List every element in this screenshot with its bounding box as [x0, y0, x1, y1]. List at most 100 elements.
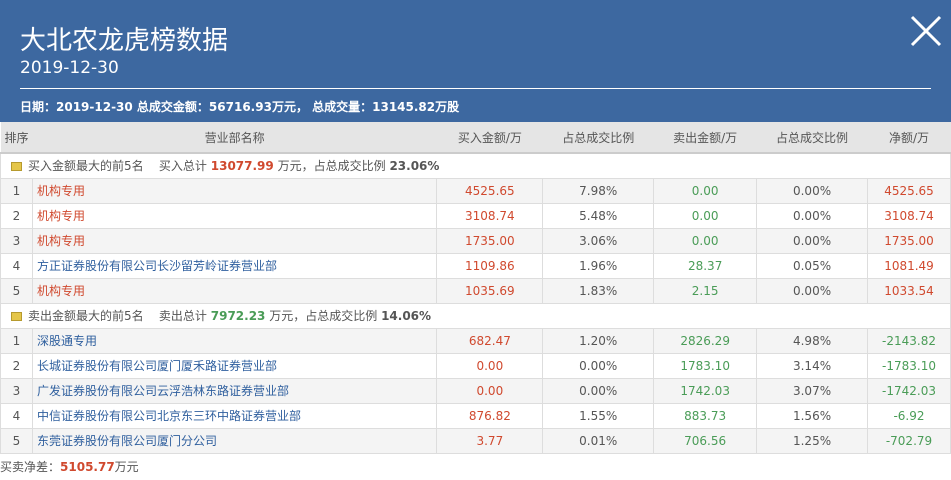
rank: 3 [0, 227, 33, 254]
sell-ratio: 4.98% [756, 327, 868, 354]
buy-amount: 1109.86 [436, 252, 544, 279]
table-row: 5 机构专用 1035.69 1.83% 2.15 0.00% 1033.54 [0, 277, 951, 304]
buy-amount: 1035.69 [436, 277, 544, 304]
column-header: 卖出金额/万 [653, 122, 757, 154]
broker-name-link[interactable]: 机构专用 [31, 202, 438, 229]
buy-ratio: 1.20% [542, 327, 655, 354]
broker-name-link[interactable]: 深股通专用 [31, 327, 438, 354]
total-prefix: 买入总计 [158, 159, 207, 174]
sell-amount: 0.00 [653, 177, 758, 204]
sell-amount: 0.00 [653, 227, 758, 254]
header: 大北农龙虎榜数据 2019-12-30 日期：2019-12-30 总成交金额：… [0, 0, 951, 122]
rank: 1 [0, 177, 33, 204]
sell-amount: 706.56 [653, 427, 758, 454]
broker-name-link[interactable]: 广发证券股份有限公司云浮浩林东路证券营业部 [31, 377, 438, 404]
broker-name-link[interactable]: 中信证券股份有限公司北京东三环中路证券营业部 [31, 402, 438, 429]
sell-amount: 1742.03 [653, 377, 758, 404]
sell-ratio: 0.00% [756, 202, 868, 229]
broker-name-link[interactable]: 机构专用 [31, 277, 438, 304]
rank: 2 [0, 202, 33, 229]
table-row: 3 广发证券股份有限公司云浮浩林东路证券营业部 0.00 0.00% 1742.… [0, 377, 951, 404]
column-header: 占总成交比例 [756, 122, 868, 154]
net-amount: -6.92 [867, 402, 951, 429]
total-mid: 万元，占总成交比例 [269, 309, 378, 323]
section-header: 买入金额最大的前5名 买入总计 13077.99 万元，占总成交比例 23.06… [0, 152, 951, 179]
section-label: 买入金额最大的前5名 [28, 159, 144, 174]
net-amount: 4525.65 [867, 177, 951, 204]
date: 2019-12-30 [20, 58, 119, 78]
section-ratio: 23.06% [389, 159, 440, 174]
sell-amount: 28.37 [653, 252, 758, 279]
table-row: 2 机构专用 3108.74 5.48% 0.00 0.00% 3108.74 [0, 202, 951, 229]
total-mid: 万元，占总成交比例 [277, 159, 386, 174]
buy-amount: 1735.00 [436, 227, 544, 254]
column-header: 占总成交比例 [542, 122, 654, 154]
sell-amount: 1783.10 [653, 352, 758, 379]
sell-ratio: 0.00% [756, 277, 868, 304]
close-icon[interactable] [909, 14, 943, 48]
buy-ratio: 1.96% [542, 252, 655, 279]
buy-amount: 0.00 [436, 352, 544, 379]
net-label: 买卖净差： [0, 460, 61, 474]
folder-icon [11, 312, 22, 321]
column-header: 买入金额/万 [436, 122, 543, 154]
rank: 1 [0, 327, 33, 354]
buy-amount: 0.00 [436, 377, 544, 404]
buy-amount: 3108.74 [436, 202, 544, 229]
buy-amount: 682.47 [436, 327, 544, 354]
table-row: 1 深股通专用 682.47 1.20% 2826.29 4.98% -2143… [0, 327, 951, 354]
net-difference: 买卖净差：5105.77万元 [0, 454, 139, 480]
broker-name-link[interactable]: 东莞证券股份有限公司厦门分公司 [31, 427, 438, 454]
sell-amount: 0.00 [653, 202, 758, 229]
table-row: 4 方正证券股份有限公司长沙留芳岭证券营业部 1109.86 1.96% 28.… [0, 252, 951, 279]
section-total: 13077.99 [210, 159, 274, 174]
sell-ratio: 3.14% [756, 352, 868, 379]
buy-amount: 4525.65 [436, 177, 544, 204]
buy-ratio: 5.48% [542, 202, 655, 229]
sell-ratio: 0.05% [756, 252, 868, 279]
total-prefix: 卖出总计 [158, 309, 207, 323]
rank: 3 [0, 377, 33, 404]
net-value: 5105.77 [60, 460, 115, 474]
sell-ratio: 0.00% [756, 177, 868, 204]
buy-ratio: 0.01% [542, 427, 655, 454]
net-amount: 1081.49 [867, 252, 951, 279]
page-title: 大北农龙虎榜数据 [20, 26, 229, 56]
rank: 4 [0, 402, 33, 429]
net-amount: -2143.82 [867, 327, 951, 354]
buy-ratio: 0.00% [542, 352, 655, 379]
lhb-table: 排序 营业部名称 买入金额/万 占总成交比例 卖出金额/万 占总成交比例 净额/万 买入金额… [0, 122, 951, 454]
rank: 2 [0, 352, 33, 379]
buy-ratio: 7.98% [542, 177, 655, 204]
table-row: 1 机构专用 4525.65 7.98% 0.00 0.00% 4525.65 [0, 177, 951, 204]
table-row: 2 长城证券股份有限公司厦门厦禾路证券营业部 0.00 0.00% 1783.1… [0, 352, 951, 379]
rank: 4 [0, 252, 33, 279]
table-row: 5 东莞证券股份有限公司厦门分公司 3.77 0.01% 706.56 1.25… [0, 427, 951, 454]
table-row: 3 机构专用 1735.00 3.06% 0.00 0.00% 1735.00 [0, 227, 951, 254]
section-ratio: 14.06% [381, 309, 432, 323]
net-amount: -1742.03 [867, 377, 951, 404]
sell-ratio: 3.07% [756, 377, 868, 404]
buy-amount: 3.77 [436, 427, 544, 454]
column-header: 营业部名称 [32, 122, 437, 154]
broker-name-link[interactable]: 机构专用 [31, 177, 438, 204]
broker-name-link[interactable]: 长城证券股份有限公司厦门厦禾路证券营业部 [31, 352, 438, 379]
rank: 5 [0, 427, 33, 454]
sell-ratio: 1.56% [756, 402, 868, 429]
folder-icon [11, 162, 22, 172]
section-header: 卖出金额最大的前5名 卖出总计 7972.23 万元，占总成交比例 14.06% [0, 302, 951, 329]
sell-amount: 2.15 [653, 277, 758, 304]
section-label: 卖出金额最大的前5名 [28, 309, 144, 323]
sell-ratio: 0.00% [756, 227, 868, 254]
broker-name-link[interactable]: 机构专用 [31, 227, 438, 254]
divider [20, 88, 931, 89]
column-header: 排序 [0, 122, 33, 154]
buy-amount: 876.82 [436, 402, 544, 429]
buy-ratio: 1.55% [542, 402, 655, 429]
buy-ratio: 3.06% [542, 227, 655, 254]
summary-info: 日期：2019-12-30 总成交金额：56716.93万元， 总成交量：131… [20, 100, 460, 114]
net-amount: 3108.74 [867, 202, 951, 229]
sell-amount: 883.73 [653, 402, 758, 429]
sell-amount: 2826.29 [653, 327, 758, 354]
broker-name-link[interactable]: 方正证券股份有限公司长沙留芳岭证券营业部 [31, 252, 438, 279]
